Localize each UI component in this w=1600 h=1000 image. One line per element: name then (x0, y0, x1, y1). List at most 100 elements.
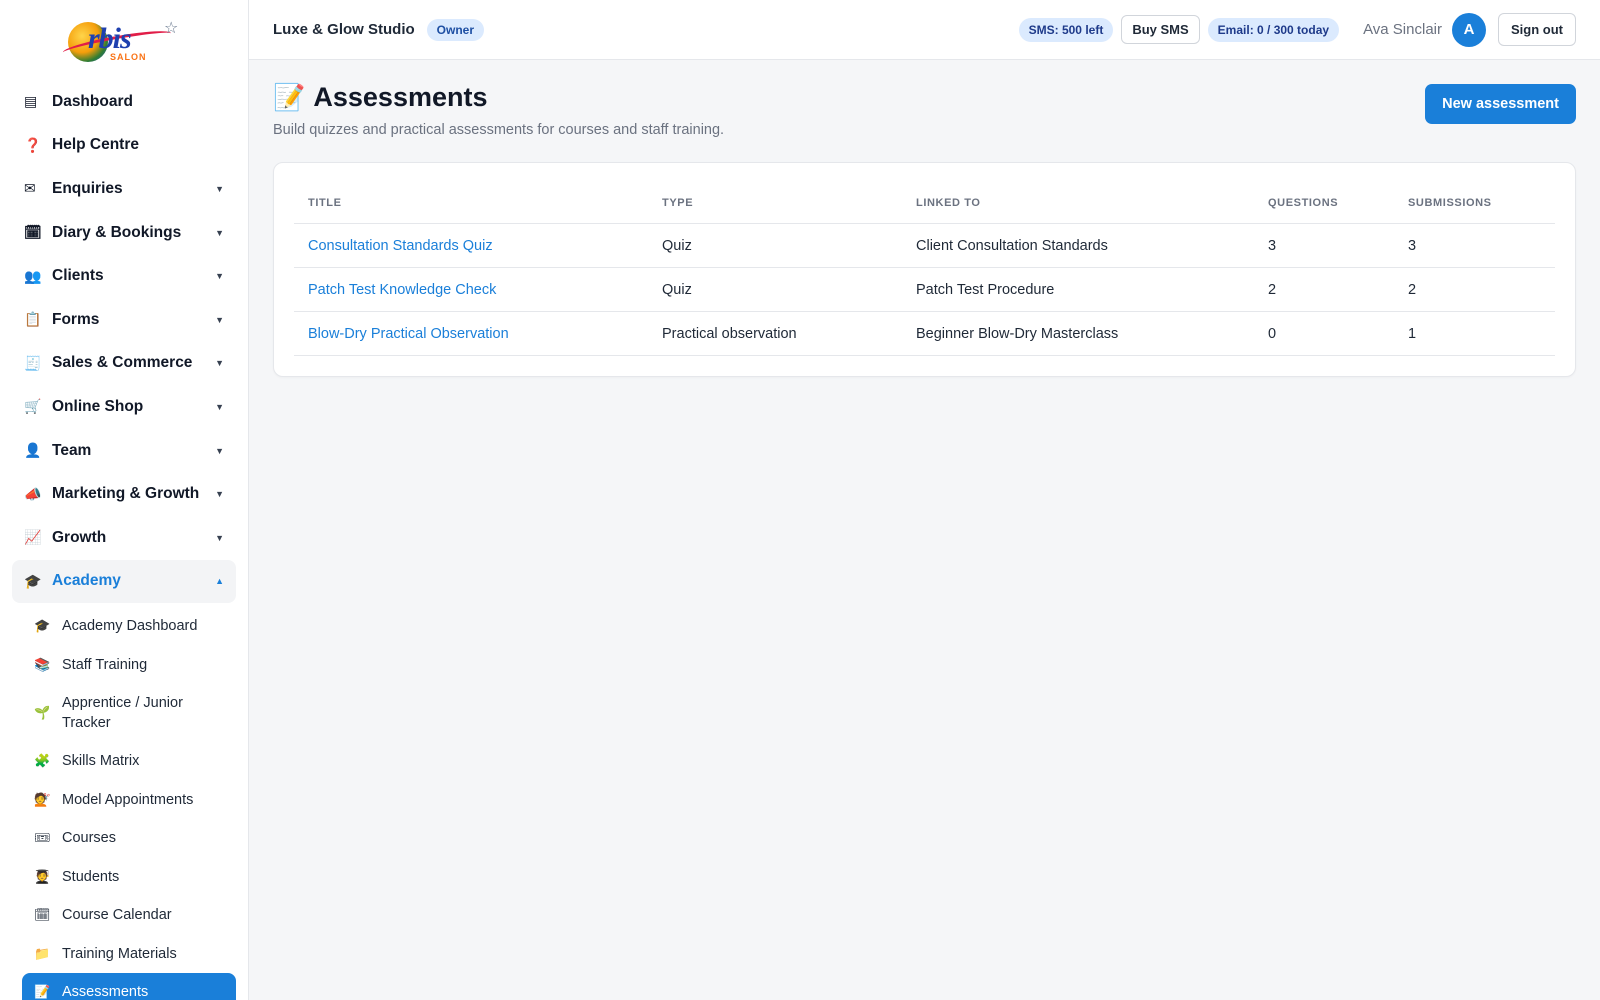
help-icon: ❓ (24, 136, 42, 153)
sidebar-item-label: Marketing & Growth (52, 485, 200, 503)
page-subtitle: Build quizzes and practical assessments … (273, 122, 725, 138)
avatar[interactable]: A (1452, 12, 1486, 47)
subnav-label: Course Calendar (62, 907, 172, 924)
cell-submissions: 3 (1394, 223, 1555, 268)
chevron-down-icon: ▼ (215, 445, 224, 456)
role-badge: Owner (426, 18, 485, 41)
chevron-down-icon: ▼ (215, 227, 224, 238)
sidebar-item-label: Academy (52, 572, 121, 590)
page-header: 📝 Assessments Build quizzes and practica… (273, 60, 1576, 162)
column-header-questions[interactable]: QUESTIONS (1254, 183, 1394, 224)
seedling-icon: 🌱 (34, 705, 51, 721)
column-header-title[interactable]: TITLE (294, 183, 648, 224)
subnav-course-calendar[interactable]: 🗓 Course Calendar (0, 896, 248, 935)
table-row[interactable]: Patch Test Knowledge Check Quiz Patch Te… (294, 267, 1555, 312)
cell-type: Quiz (648, 223, 902, 268)
cell-questions: 2 (1254, 267, 1394, 312)
subnav-courses[interactable]: 🎟 Courses (0, 819, 248, 858)
chevron-down-icon: ▼ (215, 271, 224, 282)
subnav-students[interactable]: 🧑‍🎓 Students (0, 858, 248, 897)
chevron-down-icon: ▼ (215, 183, 224, 194)
calendar-icon: 🗓 (24, 224, 42, 241)
cell-linked-to: Beginner Blow-Dry Masterclass (902, 311, 1254, 356)
subnav-label: Academy Dashboard (62, 618, 198, 635)
subnav-label: Courses (62, 830, 116, 847)
cell-questions: 3 (1254, 223, 1394, 268)
logo-wordmark: rbis (88, 22, 132, 55)
subnav-model-appointments[interactable]: 💇 Model Appointments (0, 781, 248, 820)
sidebar-item-clients[interactable]: 👥 Clients ▼ (0, 254, 248, 298)
receipt-icon: 🧾 (24, 354, 42, 371)
subnav-assessments[interactable]: 📝 Assessments (22, 973, 236, 1000)
column-header-linked-to[interactable]: LINKED TO (902, 183, 1254, 224)
memo-icon: 📝 (34, 984, 51, 1000)
chevron-down-icon: ▼ (215, 401, 224, 412)
logo-subtitle: SALON (110, 52, 147, 62)
sidebar-item-diary-bookings[interactable]: 🗓 Diary & Bookings ▼ (0, 211, 248, 255)
subnav-label: Staff Training (62, 656, 148, 673)
memo-icon: 📝 (273, 82, 306, 112)
sidebar-item-label: Diary & Bookings (52, 223, 182, 241)
sidebar-item-label: Forms (52, 310, 100, 328)
sidebar-item-enquiries[interactable]: ✉ Enquiries ▼ (0, 167, 248, 211)
subnav-apprentice-tracker[interactable]: 🌱 Apprentice / Junior Tracker (0, 684, 248, 742)
column-header-type[interactable]: TYPE (648, 183, 902, 224)
cell-title: Patch Test Knowledge Check (294, 267, 648, 312)
table-row[interactable]: Blow-Dry Practical Observation Practical… (294, 311, 1555, 356)
cell-title: Blow-Dry Practical Observation (294, 311, 648, 356)
column-header-submissions[interactable]: SUBMISSIONS (1394, 183, 1555, 224)
sidebar-item-growth[interactable]: 📈 Growth ▼ (0, 516, 248, 560)
cell-questions: 0 (1254, 311, 1394, 356)
sidebar-item-academy[interactable]: 🎓 Academy ▲ (12, 559, 236, 604)
ticket-icon: 🎟 (34, 830, 51, 846)
star-logo-icon: ☆ (164, 20, 179, 37)
assessment-title-link[interactable]: Patch Test Knowledge Check (308, 282, 496, 298)
assessment-title-link[interactable]: Blow-Dry Practical Observation (308, 326, 509, 342)
sidebar-item-team[interactable]: 👤 Team ▼ (0, 429, 248, 473)
sidebar-item-forms[interactable]: 📋 Forms ▼ (0, 298, 248, 342)
subnav-skills-matrix[interactable]: 🧩 Skills Matrix (0, 742, 248, 781)
sidebar-item-online-shop[interactable]: 🛒 Online Shop ▼ (0, 385, 248, 429)
envelope-icon: ✉ (24, 180, 36, 197)
haircut-icon: 💇 (34, 791, 51, 807)
assessments-table: TITLE TYPE LINKED TO QUESTIONS SUBMISSIO… (294, 183, 1555, 356)
assessments-card: TITLE TYPE LINKED TO QUESTIONS SUBMISSIO… (273, 162, 1576, 377)
subnav-training-materials[interactable]: 📁 Training Materials (0, 935, 248, 974)
buy-sms-button[interactable]: Buy SMS (1121, 15, 1200, 44)
sidebar-item-label: Help Centre (52, 136, 139, 154)
subnav-label: Skills Matrix (62, 753, 140, 770)
main-content: 📝 Assessments Build quizzes and practica… (249, 60, 1600, 1000)
sidebar-item-label: Online Shop (52, 397, 144, 415)
table-row[interactable]: Consultation Standards Quiz Quiz Client … (294, 223, 1555, 268)
chevron-down-icon: ▼ (215, 314, 224, 325)
assessment-title-link[interactable]: Consultation Standards Quiz (308, 238, 493, 254)
subnav-label: Training Materials (62, 945, 177, 962)
page-title: 📝 Assessments (273, 82, 487, 113)
sidebar-nav: ▤ Dashboard ❓ Help Centre ✉ Enquiries ▼ … (0, 80, 248, 604)
orbis-salon-logo[interactable]: rbis SALON ☆ (0, 0, 248, 80)
cell-type: Practical observation (648, 311, 902, 356)
top-bar: Luxe & Glow Studio Owner SMS: 500 left B… (249, 0, 1600, 60)
subnav-staff-training[interactable]: 📚 Staff Training (0, 646, 248, 685)
sidebar-item-help-centre[interactable]: ❓ Help Centre (0, 124, 248, 168)
chart-up-icon: 📈 (24, 529, 42, 546)
subnav-label: Model Appointments (62, 791, 194, 808)
subnav-label: Students (62, 868, 120, 885)
sign-out-button[interactable]: Sign out (1498, 13, 1576, 46)
graduation-cap-icon: 🎓 (34, 618, 51, 634)
studio-name: Luxe & Glow Studio (273, 21, 415, 38)
dashboard-icon: ▤ (24, 93, 38, 110)
student-icon: 🧑‍🎓 (34, 868, 51, 884)
cell-linked-to: Client Consultation Standards (902, 223, 1254, 268)
new-assessment-button[interactable]: New assessment (1425, 84, 1576, 124)
sidebar: rbis SALON ☆ ▤ Dashboard ❓ Help Centre ✉… (0, 0, 249, 1000)
user-name: Ava Sinclair (1363, 21, 1442, 38)
sidebar-item-label: Sales & Commerce (52, 354, 193, 372)
cell-submissions: 2 (1394, 267, 1555, 312)
sidebar-item-marketing-growth[interactable]: 📣 Marketing & Growth ▼ (0, 472, 248, 516)
sidebar-item-sales-commerce[interactable]: 🧾 Sales & Commerce ▼ (0, 342, 248, 386)
people-icon: 👥 (24, 267, 42, 284)
sidebar-item-dashboard[interactable]: ▤ Dashboard (0, 80, 248, 124)
sidebar-item-label: Growth (52, 528, 107, 546)
subnav-academy-dashboard[interactable]: 🎓 Academy Dashboard (0, 607, 248, 646)
